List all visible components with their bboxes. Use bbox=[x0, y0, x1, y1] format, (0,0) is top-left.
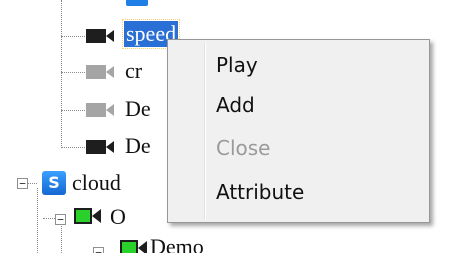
tree-connector-line bbox=[61, 0, 62, 148]
device-tree: speed cr De De − S cloud − O − Demo Play… bbox=[0, 0, 472, 253]
top-partial-icon bbox=[126, 0, 148, 6]
camera-dark-icon bbox=[86, 29, 114, 43]
menu-item-close[interactable]: Close bbox=[168, 129, 429, 167]
context-menu: Play Add Close Attribute bbox=[167, 39, 430, 223]
menu-item-label: Attribute bbox=[216, 180, 305, 204]
camera-green-icon bbox=[74, 208, 101, 224]
tree-node-label[interactable]: O bbox=[110, 202, 126, 232]
tree-connector-line bbox=[61, 147, 85, 148]
tree-node-label[interactable]: cloud bbox=[72, 168, 121, 198]
menu-item-label: Add bbox=[216, 93, 255, 117]
tree-connector-line bbox=[61, 72, 85, 73]
collapse-toggle-icon[interactable]: − bbox=[93, 247, 104, 253]
tree-node-label[interactable]: cr bbox=[125, 56, 142, 86]
tree-node-label[interactable]: Demo bbox=[150, 232, 204, 253]
camera-green-icon bbox=[120, 240, 147, 253]
camera-gray-icon bbox=[86, 103, 114, 117]
tree-connector-line bbox=[61, 36, 85, 37]
camera-gray-icon bbox=[86, 65, 114, 79]
server-s-icon: S bbox=[42, 171, 66, 195]
tree-node-label[interactable]: De bbox=[125, 131, 151, 161]
menu-item-label: Close bbox=[216, 136, 271, 160]
menu-item-add[interactable]: Add bbox=[168, 86, 429, 124]
tree-connector-line bbox=[37, 188, 38, 253]
collapse-toggle-icon[interactable]: − bbox=[17, 178, 28, 189]
menu-item-play[interactable]: Play bbox=[168, 46, 429, 84]
collapse-toggle-icon[interactable]: − bbox=[55, 214, 66, 225]
camera-dark-icon bbox=[86, 140, 114, 154]
tree-node-label[interactable]: De bbox=[125, 94, 151, 124]
tree-connector-line bbox=[61, 110, 85, 111]
menu-item-attribute[interactable]: Attribute bbox=[168, 173, 429, 211]
menu-item-label: Play bbox=[216, 53, 258, 77]
